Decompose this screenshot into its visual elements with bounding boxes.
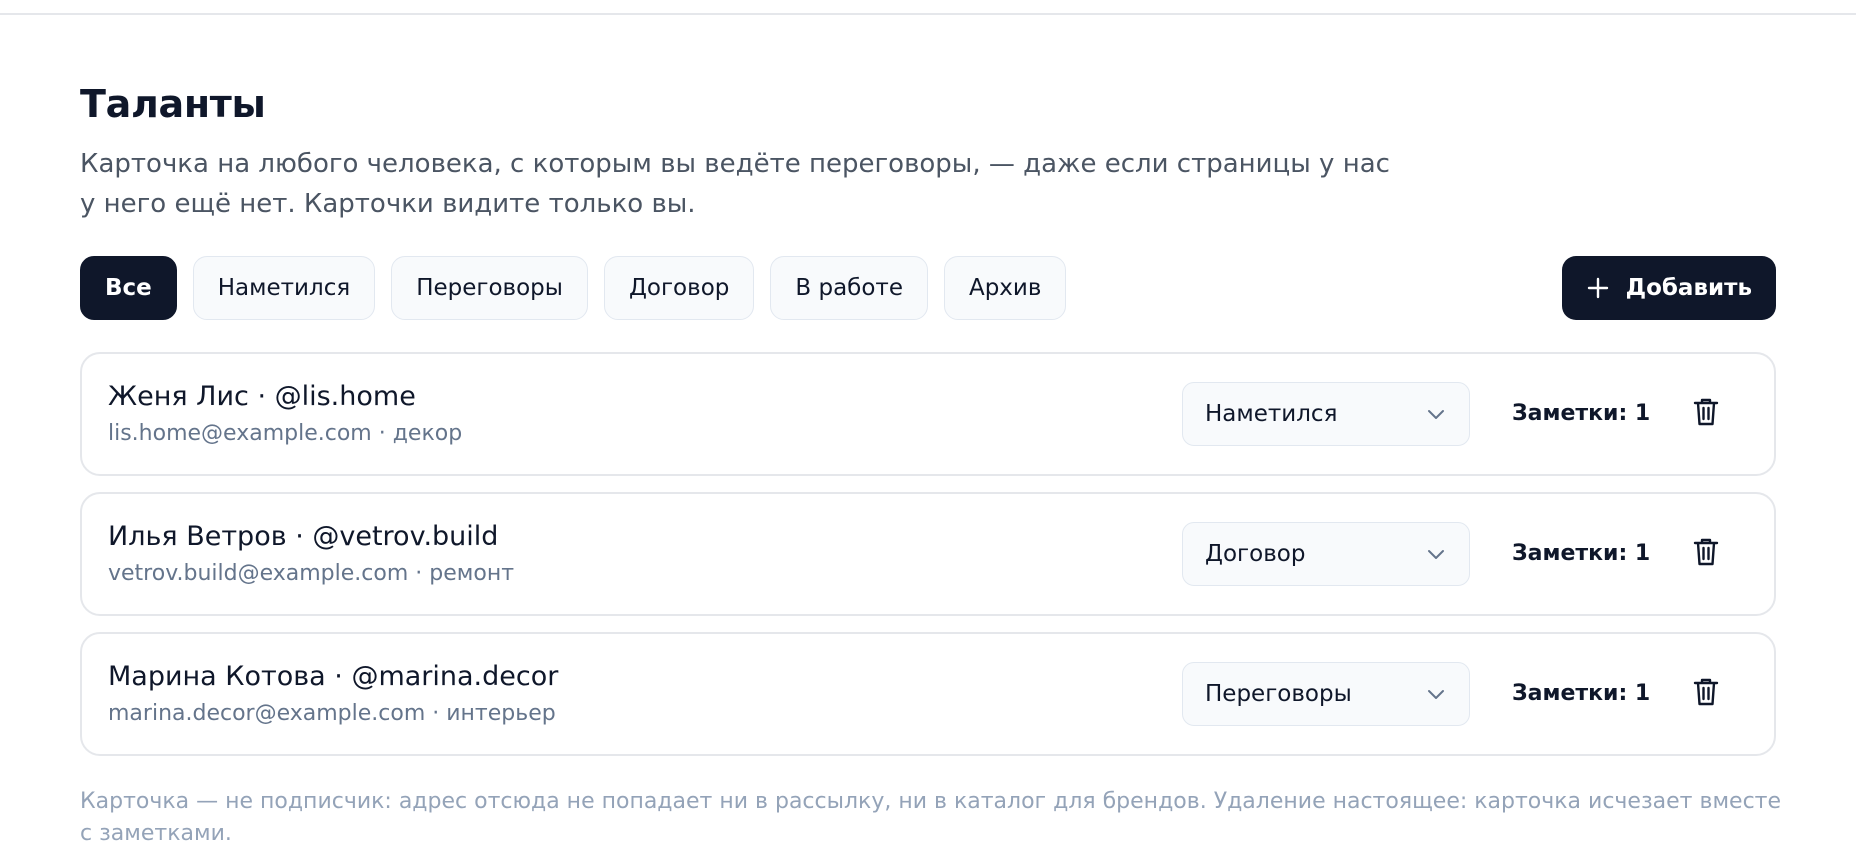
chevron-down-icon bbox=[1425, 683, 1447, 705]
talent-meta: marina.decor@example.com · интерьер bbox=[108, 701, 556, 726]
talent-card: Марина Котова · @marina.decor marina.dec… bbox=[80, 632, 1776, 756]
status-select-value: Наметился bbox=[1205, 401, 1338, 427]
delete-button[interactable] bbox=[1688, 396, 1724, 432]
status-select[interactable]: Наметился bbox=[1182, 382, 1470, 446]
talent-name: Марина Котова · @marina.decor bbox=[108, 661, 559, 692]
add-talent-label: Добавить bbox=[1625, 275, 1752, 301]
filter-chip-in-progress[interactable]: В работе bbox=[770, 256, 928, 320]
add-talent-button[interactable]: Добавить bbox=[1561, 256, 1776, 320]
filter-chip-negotiation[interactable]: Переговоры bbox=[391, 256, 588, 320]
status-select-value: Переговоры bbox=[1205, 681, 1352, 707]
filter-chip-all[interactable]: Все bbox=[80, 256, 177, 320]
status-select-value: Договор bbox=[1205, 541, 1306, 567]
notes-count: Заметки: 1 bbox=[1512, 541, 1651, 566]
delete-button[interactable] bbox=[1688, 676, 1724, 712]
filter-chip-prospect[interactable]: Наметился bbox=[192, 256, 376, 320]
page-title: Таланты bbox=[80, 82, 266, 126]
top-divider bbox=[0, 13, 1856, 15]
talent-meta: vetrov.build@example.com · ремонт bbox=[108, 561, 515, 586]
plus-icon bbox=[1586, 276, 1610, 300]
status-filter-bar: Все Наметился Переговоры Договор В работ… bbox=[80, 256, 1067, 320]
talent-name: Женя Лис · @lis.home bbox=[108, 381, 416, 412]
filter-chip-archive[interactable]: Архив bbox=[943, 256, 1067, 320]
talent-card: Илья Ветров · @vetrov.build vetrov.build… bbox=[80, 492, 1776, 616]
status-select[interactable]: Договор bbox=[1182, 522, 1470, 586]
trash-icon bbox=[1691, 676, 1721, 712]
chevron-down-icon bbox=[1425, 403, 1447, 425]
delete-button[interactable] bbox=[1688, 536, 1724, 572]
privacy-footnote: Карточка — не подписчик: адрес отсюда не… bbox=[80, 789, 1782, 846]
notes-count: Заметки: 1 bbox=[1512, 401, 1651, 426]
page-description: Карточка на любого человека, с которым в… bbox=[80, 149, 1390, 219]
filter-chip-contract[interactable]: Договор bbox=[603, 256, 755, 320]
status-select[interactable]: Переговоры bbox=[1182, 662, 1470, 726]
talent-meta: lis.home@example.com · декор bbox=[108, 421, 463, 446]
talent-name: Илья Ветров · @vetrov.build bbox=[108, 521, 499, 552]
trash-icon bbox=[1691, 536, 1721, 572]
trash-icon bbox=[1691, 396, 1721, 432]
notes-count: Заметки: 1 bbox=[1512, 681, 1651, 706]
chevron-down-icon bbox=[1425, 543, 1447, 565]
talent-card: Женя Лис · @lis.home lis.home@example.co… bbox=[80, 352, 1776, 476]
talent-list: Женя Лис · @lis.home lis.home@example.co… bbox=[80, 352, 1776, 772]
